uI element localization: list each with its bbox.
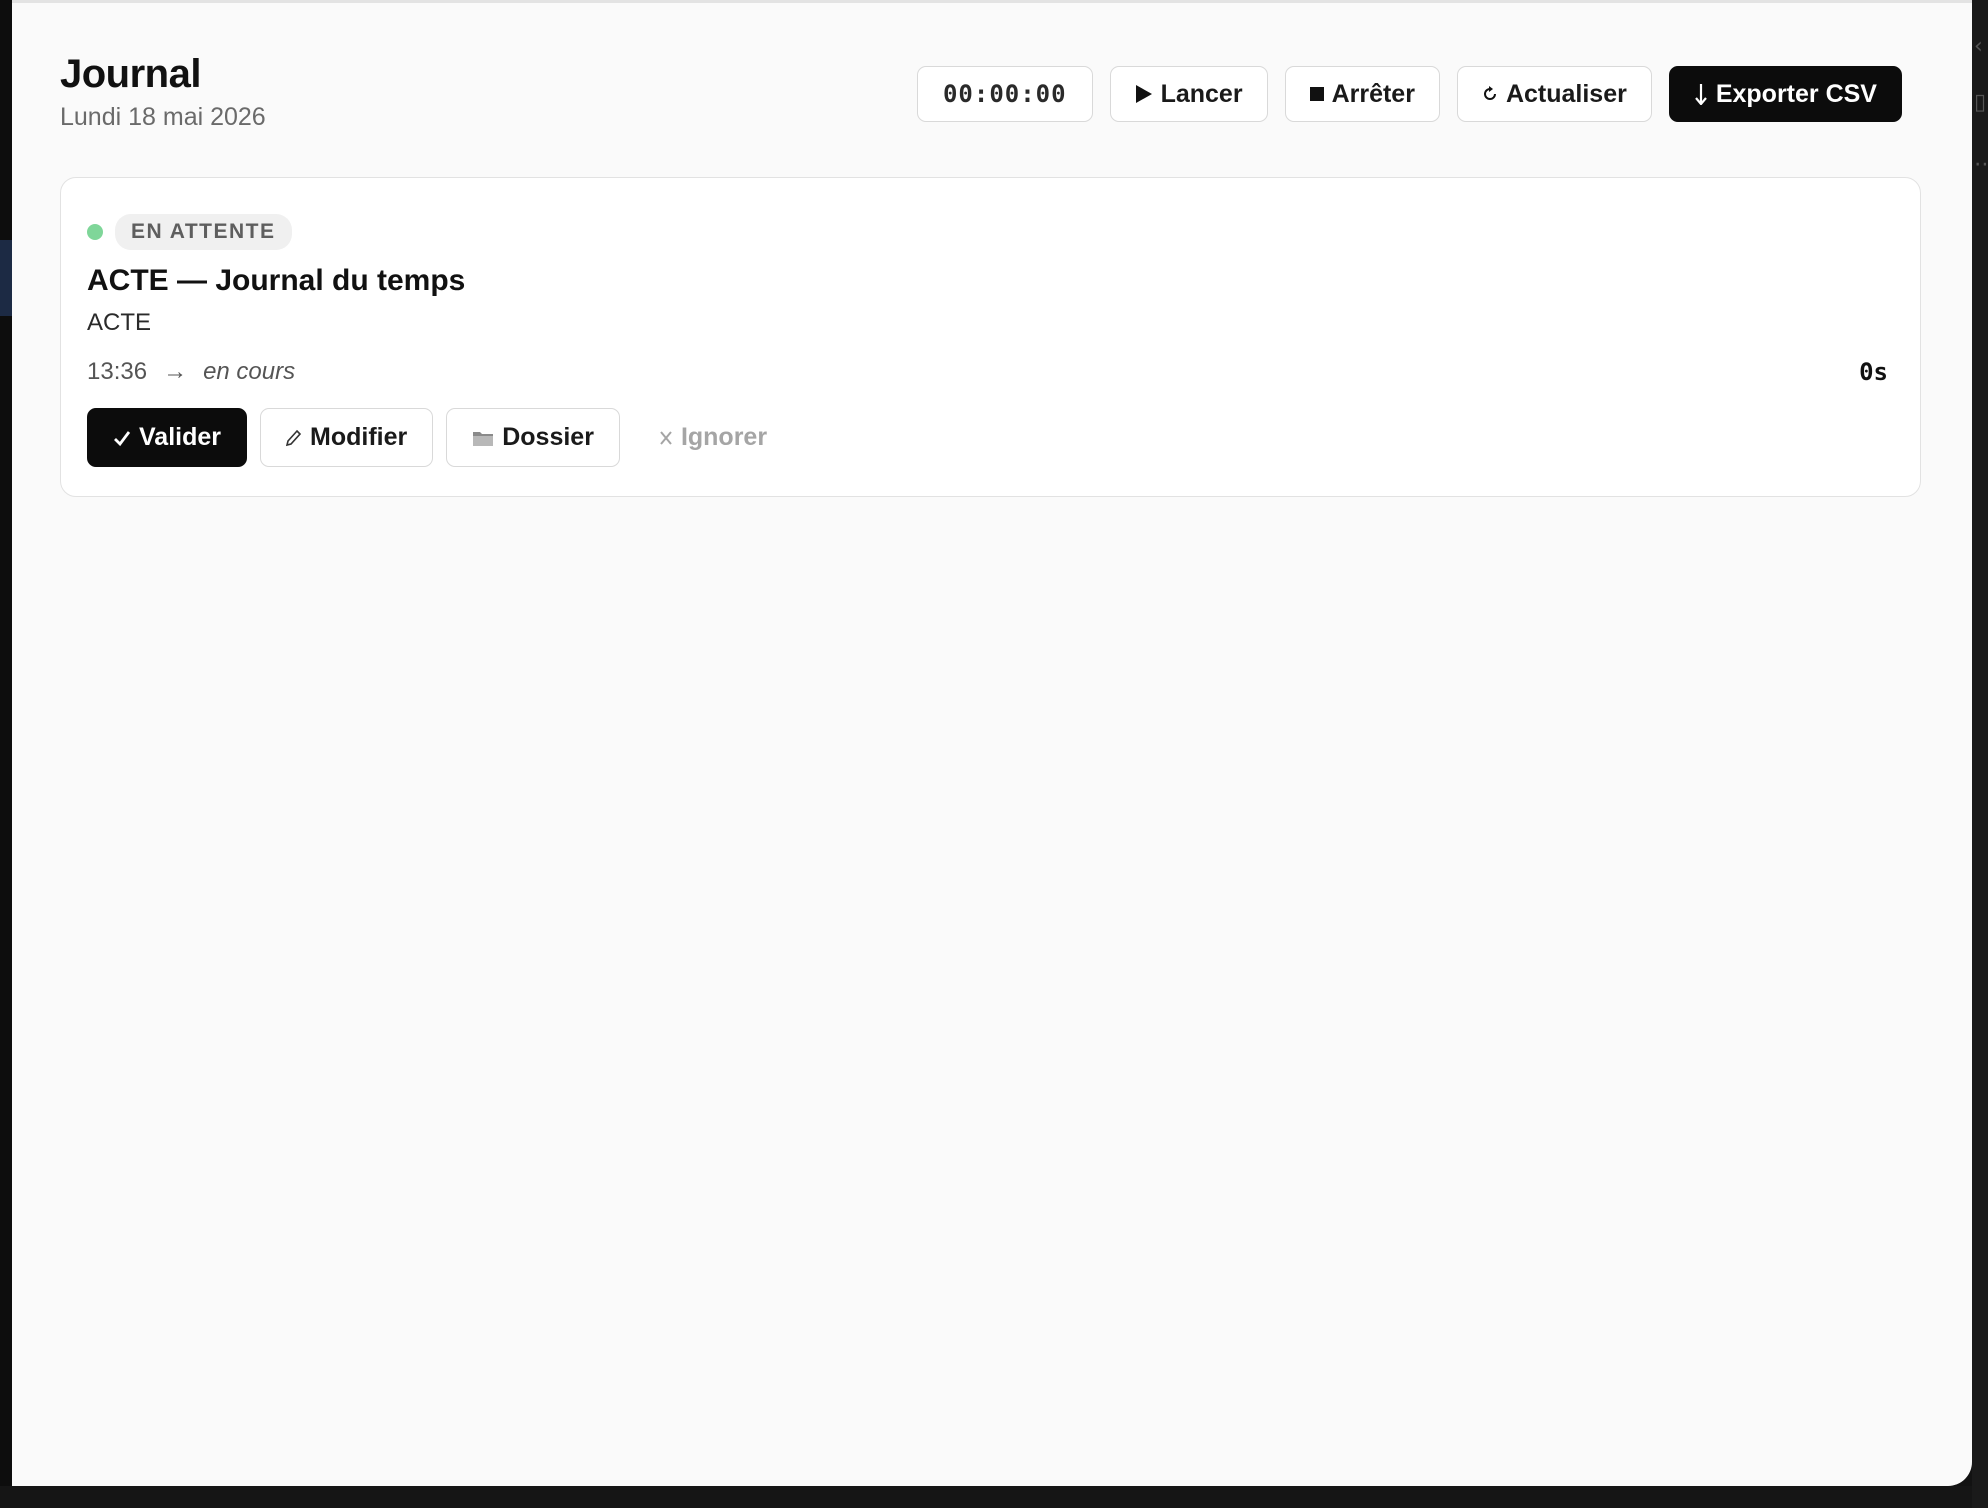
page-date: Lundi 18 mai 2026 — [60, 103, 266, 131]
side-chevron-icon: ‹ — [1974, 34, 1983, 59]
start-button-label: Lancer — [1160, 79, 1243, 108]
entry-subtitle: ACTE — [87, 309, 152, 336]
entry-duration: 0s — [1859, 358, 1888, 386]
refresh-button[interactable]: Actualiser — [1456, 66, 1652, 122]
folder-icon — [472, 429, 494, 447]
edit-button-label: Modifier — [310, 423, 408, 451]
journal-panel: Journal Lundi 18 mai 2026 00:00:00 Lance… — [12, 3, 1972, 1486]
refresh-icon — [1482, 86, 1498, 102]
cross-icon — [659, 430, 673, 446]
validate-button-label: Valider — [139, 423, 221, 451]
entry-end-status: en cours — [203, 358, 296, 385]
page-title: Journal — [60, 52, 201, 96]
entry-time-range: 13:36 → en cours — [87, 358, 295, 386]
time-entry-card: EN ATTENTE ACTE — Journal du temps ACTE … — [60, 177, 1921, 497]
status-row: EN ATTENTE — [87, 214, 292, 250]
background-right-edge — [1972, 0, 1988, 1508]
background-bottom-band — [0, 1486, 1988, 1508]
folder-button-label: Dossier — [502, 423, 594, 451]
checkmark-icon — [113, 429, 131, 447]
timer-display: 00:00:00 — [916, 66, 1093, 122]
stop-icon — [1309, 87, 1324, 101]
export-csv-button-label: Exporter CSV — [1715, 79, 1877, 108]
background-left-accent — [0, 240, 12, 316]
folder-button[interactable]: Dossier — [446, 408, 620, 467]
page-header: Journal Lundi 18 mai 2026 — [60, 51, 266, 132]
ignore-button-label: Ignorer — [680, 423, 768, 451]
entry-actions: Valider Modifier Dossier Ignorer — [87, 408, 793, 467]
edit-button[interactable]: Modifier — [260, 408, 434, 467]
ignore-button[interactable]: Ignorer — [633, 408, 793, 467]
side-panel-icon: ▯ — [1974, 90, 1987, 115]
toolbar: 00:00:00 Lancer Arrêter Actualiser Expor… — [916, 66, 1902, 122]
arrow-right-icon: → — [163, 358, 188, 385]
export-csv-button[interactable]: Exporter CSV — [1668, 66, 1902, 122]
entry-start-time: 13:36 — [87, 358, 148, 385]
stop-button[interactable]: Arrêter — [1284, 66, 1440, 122]
side-more-icon: ⋯ — [1974, 152, 1988, 177]
stop-button-label: Arrêter — [1331, 79, 1415, 108]
validate-button[interactable]: Valider — [87, 408, 247, 467]
pencil-icon — [286, 429, 302, 447]
status-badge: EN ATTENTE — [115, 214, 292, 250]
background-left-edge — [0, 0, 12, 1508]
refresh-button-label: Actualiser — [1505, 79, 1627, 108]
download-arrow-icon — [1694, 83, 1708, 105]
entry-title: ACTE — Journal du temps — [87, 264, 466, 297]
play-icon — [1135, 84, 1153, 104]
start-button[interactable]: Lancer — [1109, 66, 1268, 122]
status-dot — [87, 224, 103, 240]
